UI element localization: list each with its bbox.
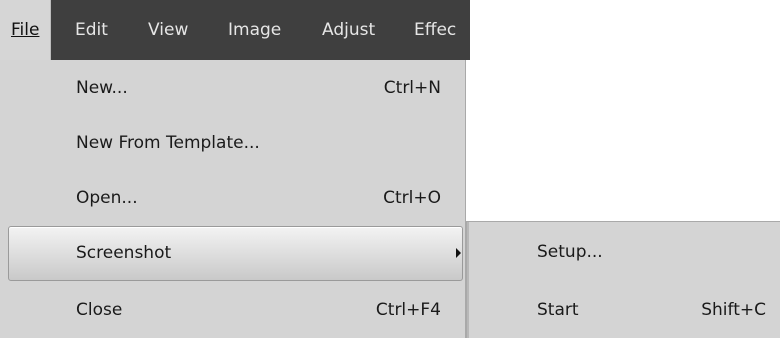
menu-item-close-shortcut: Ctrl+F4	[375, 300, 441, 320]
submenu-item-setup-label: Setup...	[537, 242, 603, 262]
menu-item-open-shortcut: Ctrl+O	[383, 188, 441, 208]
menu-edit[interactable]: Edit	[75, 0, 108, 60]
menu-edit-label: Edit	[75, 20, 108, 40]
menu-item-screenshot[interactable]: Screenshot	[8, 226, 463, 281]
menu-item-open[interactable]: Open... Ctrl+O	[0, 171, 465, 226]
menu-item-close[interactable]: Close Ctrl+F4	[0, 283, 465, 338]
menu-item-open-label: Open...	[76, 188, 138, 208]
submenu-item-start[interactable]: Start Shift+C	[467, 283, 780, 338]
chevron-right-icon	[456, 248, 461, 258]
menu-file-label: File	[11, 20, 40, 40]
menu-item-new-label: New...	[76, 78, 128, 98]
menu-effects[interactable]: Effec	[414, 0, 456, 60]
menu-item-new[interactable]: New... Ctrl+N	[0, 61, 465, 116]
submenu-item-start-label: Start	[537, 300, 579, 320]
menu-item-screenshot-label: Screenshot	[76, 243, 172, 263]
menu-file[interactable]: File	[0, 0, 52, 60]
menu-view-label: View	[148, 20, 189, 40]
menu-item-new-shortcut: Ctrl+N	[383, 78, 441, 98]
menu-adjust-label: Adjust	[322, 20, 376, 40]
screen: File Edit View Image Adjust Effec New...…	[0, 0, 780, 338]
menu-item-new-from-template-label: New From Template...	[76, 133, 260, 153]
menu-image[interactable]: Image	[228, 0, 281, 60]
menu-effects-label: Effec	[414, 20, 457, 40]
menu-adjust[interactable]: Adjust	[322, 0, 375, 60]
menu-view[interactable]: View	[148, 0, 188, 60]
submenu-item-setup[interactable]: Setup...	[467, 225, 780, 280]
menu-item-new-from-template[interactable]: New From Template...	[0, 116, 465, 171]
menu-bar: File Edit View Image Adjust Effec	[0, 0, 470, 60]
menu-image-label: Image	[228, 20, 282, 40]
submenu-item-start-shortcut: Shift+C	[701, 300, 766, 320]
file-menu-dropdown: New... Ctrl+N New From Template... Open.…	[0, 60, 466, 338]
screenshot-submenu: Setup... Start Shift+C	[466, 221, 780, 338]
menu-item-close-label: Close	[76, 300, 123, 320]
